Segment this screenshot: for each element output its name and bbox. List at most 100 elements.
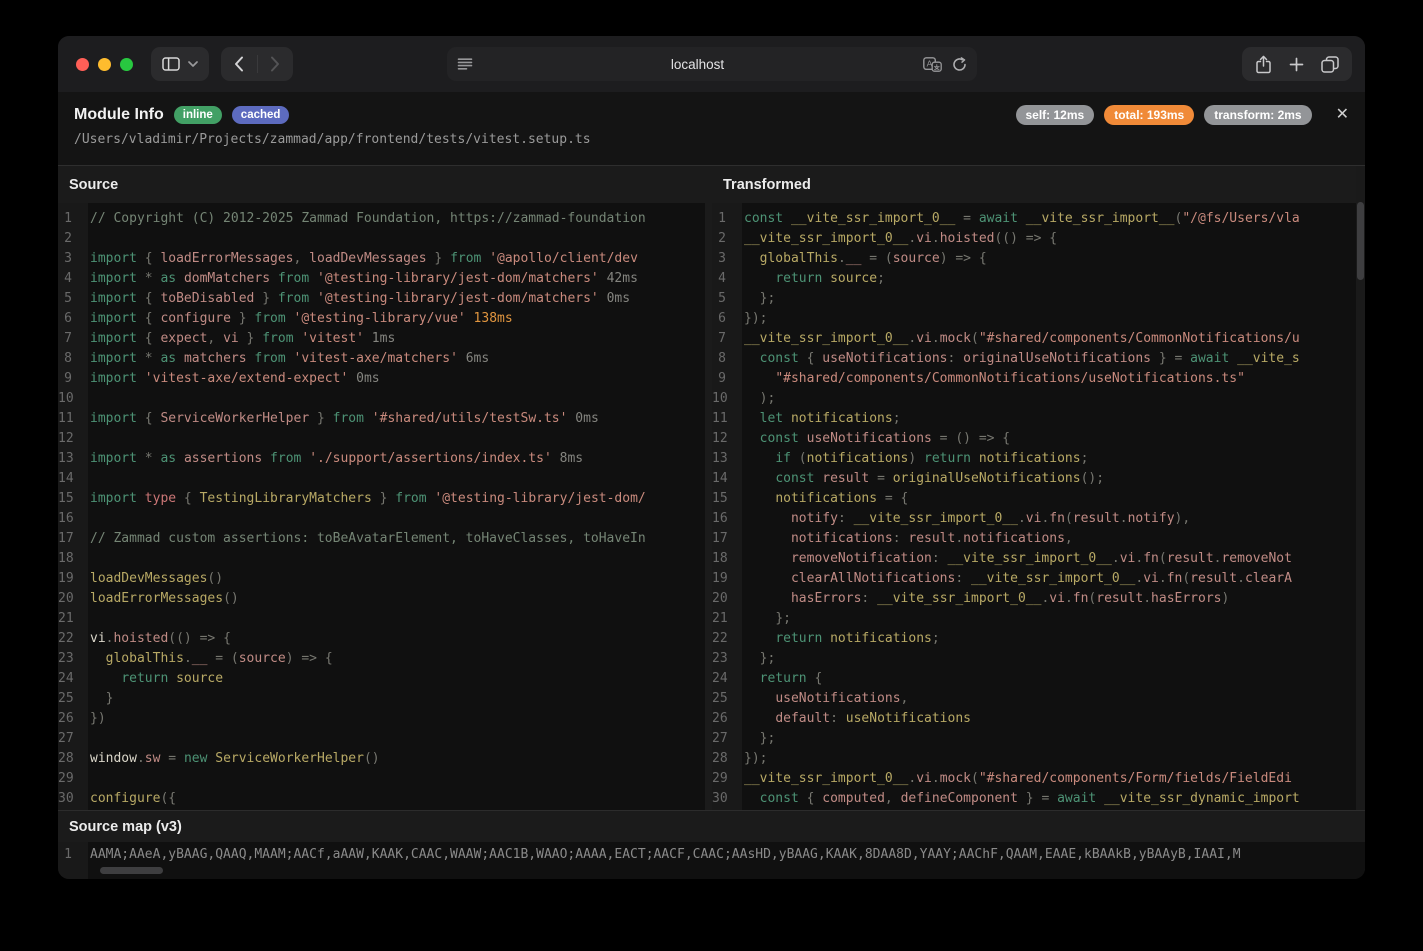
code-line: 16: [58, 509, 705, 529]
code-line: 6import { configure } from '@testing-lib…: [58, 309, 705, 329]
line-text: [80, 429, 90, 449]
minimize-window-button[interactable]: [98, 58, 111, 71]
line-number: 26: [712, 709, 734, 729]
line-text: import type { TestingLibraryMatchers } f…: [80, 489, 646, 509]
transformed-panel: Transformed 1const __vite_ssr_import_0__…: [712, 166, 1365, 810]
code-line: 9 "#shared/components/CommonNotification…: [712, 369, 1365, 389]
code-line: 11import { ServiceWorkerHelper } from '#…: [58, 409, 705, 429]
line-number: 22: [712, 629, 734, 649]
line-text: loadErrorMessages(): [80, 589, 239, 609]
code-line: 26 default: useNotifications: [712, 709, 1365, 729]
line-number: 16: [58, 509, 80, 529]
line-number: 6: [58, 309, 80, 329]
line-text: __vite_ssr_import_0__.vi.hoisted(() => {: [734, 229, 1057, 249]
line-text: removeNotification: __vite_ssr_import_0_…: [734, 549, 1292, 569]
line-number: 23: [58, 649, 80, 669]
line-number: 7: [712, 329, 734, 349]
code-line: 21: [58, 609, 705, 629]
code-line: 24 return {: [712, 669, 1365, 689]
code-line: 7import { expect, vi } from 'vitest' 1ms: [58, 329, 705, 349]
line-text: notifications = {: [734, 489, 908, 509]
line-text: import { toBeDisabled } from '@testing-l…: [80, 289, 630, 309]
line-number: 2: [58, 229, 80, 249]
line-number: 20: [712, 589, 734, 609]
total-time-badge: total: 193ms: [1104, 105, 1194, 125]
vertical-scrollbar[interactable]: [1356, 166, 1365, 810]
line-number: 28: [58, 749, 80, 769]
back-button[interactable]: [221, 47, 257, 81]
transformed-code[interactable]: 1const __vite_ssr_import_0__ = await __v…: [712, 203, 1365, 810]
new-tab-button[interactable]: [1289, 57, 1304, 72]
sourcemap-section: Source map (v3) 1AAMA;AAeA,yBAAG,QAAQ,MA…: [58, 810, 1365, 879]
line-text: globalThis.__ = (source) => {: [80, 649, 333, 669]
sourcemap-title: Source map (v3): [58, 811, 1365, 842]
line-text: import * as matchers from 'vitest-axe/ma…: [80, 349, 489, 369]
code-line: 22 return notifications;: [712, 629, 1365, 649]
module-info-header: Module Info inline cached self: 12ms tot…: [58, 92, 1365, 166]
line-number: 15: [58, 489, 80, 509]
line-text: return {: [734, 669, 822, 689]
nav-buttons: [221, 47, 293, 81]
zoom-window-button[interactable]: [120, 58, 133, 71]
close-window-button[interactable]: [76, 58, 89, 71]
line-number: 19: [712, 569, 734, 589]
line-number: 4: [58, 269, 80, 289]
line-text: __vite_ssr_import_0__.vi.mock("#shared/c…: [734, 769, 1292, 789]
code-line: 17 notifications: result.notifications,: [712, 529, 1365, 549]
reader-icon[interactable]: [457, 57, 473, 71]
code-line: 20loadErrorMessages(): [58, 589, 705, 609]
line-number: 9: [712, 369, 734, 389]
close-icon[interactable]: ✕: [1336, 107, 1349, 123]
source-code[interactable]: 1// Copyright (C) 2012-2025 Zammad Found…: [58, 203, 705, 810]
line-text: );: [734, 389, 775, 409]
line-text: [80, 389, 90, 409]
toolbar-right-buttons: [1242, 47, 1352, 81]
line-text: configure({: [80, 789, 176, 809]
line-number: 2: [712, 229, 734, 249]
horizontal-scrollbar-thumb[interactable]: [100, 867, 163, 874]
source-panel: Source 1// Copyright (C) 2012-2025 Zamma…: [58, 166, 705, 810]
reload-icon[interactable]: [952, 57, 967, 72]
sidebar-toggle-button[interactable]: [151, 47, 209, 81]
line-text: });: [734, 309, 767, 329]
line-number: 1: [58, 845, 80, 865]
code-line: 5 };: [712, 289, 1365, 309]
line-text: if (notifications) return notifications;: [734, 449, 1088, 469]
line-text: [80, 729, 90, 749]
line-number: 29: [58, 769, 80, 789]
line-number: 4: [712, 269, 734, 289]
line-number: 7: [58, 329, 80, 349]
line-text: import { expect, vi } from 'vitest' 1ms: [80, 329, 395, 349]
code-line: 15import type { TestingLibraryMatchers }…: [58, 489, 705, 509]
code-line: 9import 'vitest-axe/extend-expect' 0ms: [58, 369, 705, 389]
code-line: 8import * as matchers from 'vitest-axe/m…: [58, 349, 705, 369]
inline-badge: inline: [174, 106, 222, 124]
sourcemap-code[interactable]: 1AAMA;AAeA,yBAAG,QAAQ,MAAM;AACf,aAAW,KAA…: [58, 842, 1365, 879]
line-text: const useNotifications = () => {: [734, 429, 1010, 449]
forward-button[interactable]: [258, 47, 294, 81]
address-bar[interactable]: localhost A: [447, 47, 977, 81]
code-line: 14 const result = originalUseNotificatio…: [712, 469, 1365, 489]
line-text: }): [80, 709, 106, 729]
browser-window: localhost A: [58, 36, 1365, 879]
line-number: 18: [58, 549, 80, 569]
code-line: 8 const { useNotifications: originalUseN…: [712, 349, 1365, 369]
code-line: 24 return source: [58, 669, 705, 689]
line-text: const { useNotifications: originalUseNot…: [734, 349, 1300, 369]
translate-icon[interactable]: A: [923, 57, 942, 72]
tabs-overview-button[interactable]: [1321, 56, 1339, 73]
line-number: 24: [58, 669, 80, 689]
cached-badge: cached: [232, 106, 290, 124]
line-text: const __vite_ssr_import_0__ = await __vi…: [734, 209, 1300, 229]
code-line: 29: [58, 769, 705, 789]
vertical-scrollbar-thumb[interactable]: [1357, 202, 1364, 280]
line-text: vi.hoisted(() => {: [80, 629, 231, 649]
line-number: 5: [712, 289, 734, 309]
share-button[interactable]: [1255, 55, 1272, 74]
line-text: }: [80, 689, 113, 709]
code-line: 1const __vite_ssr_import_0__ = await __v…: [712, 209, 1365, 229]
line-number: 27: [58, 729, 80, 749]
line-text: globalThis.__ = (source) => {: [734, 249, 987, 269]
code-line: 23 };: [712, 649, 1365, 669]
line-text: };: [734, 649, 775, 669]
